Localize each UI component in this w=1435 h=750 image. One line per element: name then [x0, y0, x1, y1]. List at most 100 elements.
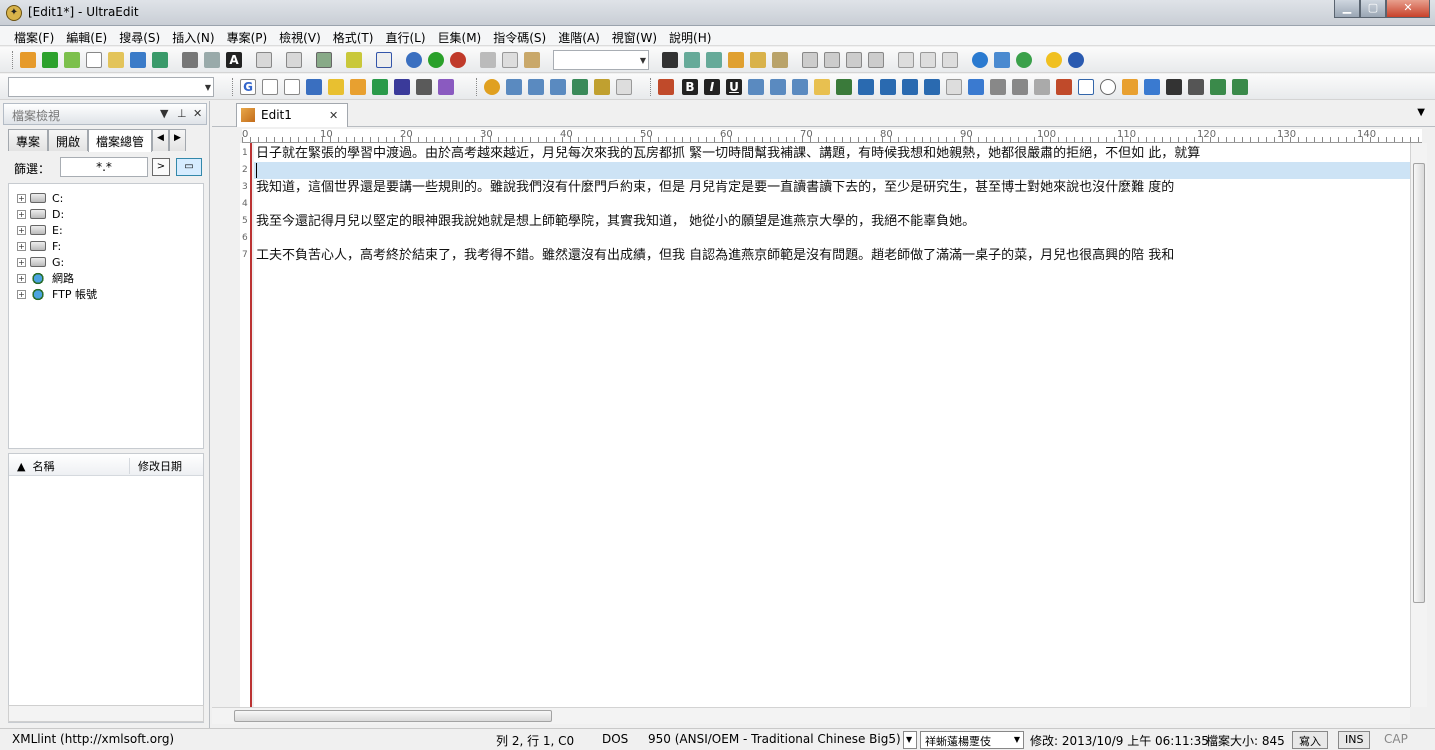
- paste-icon[interactable]: [524, 52, 540, 68]
- email-icon[interactable]: [1144, 79, 1160, 95]
- button-icon[interactable]: [968, 79, 984, 95]
- menu-view[interactable]: 檢視(V): [273, 26, 327, 45]
- tab-explorer[interactable]: 檔案總管: [88, 129, 153, 152]
- settings-icon[interactable]: [316, 52, 332, 68]
- css-icon[interactable]: [438, 79, 454, 95]
- table-row-icon[interactable]: [858, 79, 874, 95]
- close-button[interactable]: ✕: [1386, 0, 1430, 18]
- php-icon[interactable]: [394, 79, 410, 95]
- horizontal-scrollbar[interactable]: [212, 707, 1410, 724]
- search-engine-icon[interactable]: [306, 79, 322, 95]
- validate-icon[interactable]: [1232, 79, 1248, 95]
- tab-project[interactable]: 專案: [8, 129, 49, 151]
- window-list-icon[interactable]: [942, 52, 958, 68]
- wand-icon[interactable]: [594, 79, 610, 95]
- back-icon[interactable]: [42, 52, 58, 68]
- table-cell-icon[interactable]: [880, 79, 896, 95]
- image-button-icon[interactable]: [1122, 79, 1138, 95]
- vertical-scrollbar[interactable]: [1410, 143, 1427, 707]
- font-icon[interactable]: A: [226, 52, 242, 68]
- tab-edit1[interactable]: Edit1 ✕: [236, 103, 348, 127]
- text-line[interactable]: 我知道，這個世界還是要講一些規則的。雖說我們沒有什麼門戶約束，但是 月兒肯定是要…: [256, 179, 1174, 196]
- panel-close-icon[interactable]: ✕: [193, 107, 202, 120]
- tree-item-drive[interactable]: + C:: [17, 190, 63, 206]
- insert-image-icon[interactable]: [528, 79, 544, 95]
- expand-icon[interactable]: +: [17, 193, 26, 203]
- menu-advanced[interactable]: 進階(A): [552, 26, 606, 45]
- find-prev-icon[interactable]: [706, 52, 722, 68]
- text-line[interactable]: 工夫不負苦心人，高考終於結束了，我考得不錯。雖然還沒有出成績，但我 自認為進燕京…: [256, 247, 1174, 264]
- textarea-icon[interactable]: [946, 79, 962, 95]
- text-field-icon[interactable]: [1012, 79, 1028, 95]
- toolbar-grip[interactable]: [650, 78, 653, 96]
- insert-div-icon[interactable]: [550, 79, 566, 95]
- print-preview-icon[interactable]: [204, 52, 220, 68]
- anchor-list-icon[interactable]: [814, 79, 830, 95]
- password-field-icon[interactable]: [1034, 79, 1050, 95]
- tree-item-drive[interactable]: + E:: [17, 222, 63, 238]
- find-icon[interactable]: [662, 52, 678, 68]
- align-right-icon[interactable]: [846, 52, 862, 68]
- tree-item-drive[interactable]: + F:: [17, 238, 61, 254]
- column-modified[interactable]: 修改日期: [129, 458, 182, 474]
- align-left-icon[interactable]: [802, 52, 818, 68]
- tree-item-drive[interactable]: + D:: [17, 206, 64, 222]
- window-cascade-icon[interactable]: [898, 52, 914, 68]
- clipboard-combo[interactable]: ▼: [553, 50, 649, 70]
- toolbar-grip[interactable]: [12, 51, 15, 69]
- filter-input[interactable]: *.*: [60, 157, 148, 177]
- bold-icon[interactable]: B: [682, 79, 698, 95]
- expand-icon[interactable]: +: [17, 209, 26, 219]
- panel-menu-icon[interactable]: ▼: [160, 107, 168, 120]
- radio-icon[interactable]: [1100, 79, 1116, 95]
- paragraph-icon[interactable]: [748, 79, 764, 95]
- tree-item-ftp[interactable]: + FTP 帳號: [17, 286, 97, 302]
- remove-icon[interactable]: [450, 52, 466, 68]
- maximize-button[interactable]: ▢: [1360, 0, 1386, 18]
- list-icon[interactable]: [286, 52, 302, 68]
- yahoo-icon[interactable]: [262, 79, 278, 95]
- heading-icon[interactable]: [770, 79, 786, 95]
- comment-icon[interactable]: [616, 79, 632, 95]
- encoding-dropdown-icon[interactable]: ▼: [903, 731, 917, 749]
- form-input-icon[interactable]: [902, 79, 918, 95]
- toolbar-grip[interactable]: [232, 78, 235, 96]
- help-icon[interactable]: [1068, 52, 1084, 68]
- as-doc-icon[interactable]: [372, 79, 388, 95]
- expand-icon[interactable]: +: [17, 241, 26, 251]
- google-icon[interactable]: G: [240, 79, 256, 95]
- tree-item-drive[interactable]: + G:: [17, 254, 64, 270]
- menu-script[interactable]: 指令碼(S): [487, 26, 552, 45]
- cut-icon[interactable]: [480, 52, 496, 68]
- new-project-icon[interactable]: [20, 52, 36, 68]
- underline-icon[interactable]: U: [726, 79, 742, 95]
- expand-icon[interactable]: +: [17, 273, 26, 283]
- insert-table-icon[interactable]: [506, 79, 522, 95]
- table-icon[interactable]: [836, 79, 852, 95]
- text-line[interactable]: 我至今還記得月兒以堅定的眼神跟我說她就是想上師範學院，其實我知道， 她從小的願望…: [256, 213, 975, 230]
- replace-icon[interactable]: [728, 52, 744, 68]
- preview-icon[interactable]: [1210, 79, 1226, 95]
- menu-project[interactable]: 專案(P): [221, 26, 274, 45]
- text-line[interactable]: 日子就在緊張的學習中渡過。由於高考越來越近，月兒每次來我的瓦房都抓 緊一切時間幫…: [256, 145, 1200, 162]
- browser-icon[interactable]: [406, 52, 422, 68]
- form-select-icon[interactable]: [924, 79, 940, 95]
- expand-icon[interactable]: +: [17, 225, 26, 235]
- tree-item-network[interactable]: + 網路: [17, 270, 74, 286]
- align-center-icon[interactable]: [824, 52, 840, 68]
- anchor-icon[interactable]: [1166, 79, 1182, 95]
- replace-in-files-icon[interactable]: [772, 52, 788, 68]
- minimize-button[interactable]: ▁: [1334, 0, 1360, 18]
- tab-scroll-right-icon[interactable]: ▶: [168, 129, 186, 151]
- refresh-icon[interactable]: [1016, 52, 1032, 68]
- italic-icon[interactable]: I: [704, 79, 720, 95]
- html-icon[interactable]: [658, 79, 674, 95]
- expand-icon[interactable]: +: [17, 257, 26, 267]
- filter-apply-button[interactable]: >: [152, 158, 170, 176]
- function-list-combo[interactable]: ▼: [8, 77, 214, 97]
- expand-icon[interactable]: +: [17, 289, 26, 299]
- open-folder-button[interactable]: ▭: [176, 158, 202, 176]
- text-editor[interactable]: 日子就在緊張的學習中渡過。由於高考越來越近，月兒每次來我的瓦房都抓 緊一切時間幫…: [254, 143, 1410, 707]
- save-all-icon[interactable]: [152, 52, 168, 68]
- tab-open[interactable]: 開啟: [48, 129, 89, 151]
